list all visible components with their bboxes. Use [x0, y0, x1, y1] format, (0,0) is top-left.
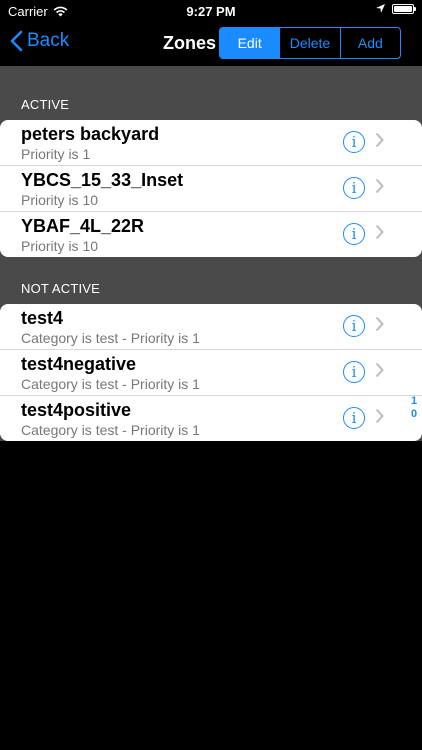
- page-title: Zones: [163, 33, 217, 53]
- zone-name: test4negative: [21, 354, 137, 374]
- info-icon[interactable]: i: [343, 131, 365, 153]
- zone-name: test4positive: [21, 400, 132, 420]
- section-header-label: NOT ACTIVE: [21, 281, 101, 296]
- chevron-right-icon[interactable]: [375, 178, 384, 194]
- zone-name: YBAF_4L_22R: [21, 216, 145, 236]
- zone-name: test4: [21, 308, 64, 328]
- info-icon[interactable]: i: [343, 407, 365, 429]
- delete-segment[interactable]: Delete: [279, 28, 339, 58]
- section-active: ACTIVE peters backyard Priority is 1 i Y…: [0, 66, 422, 267]
- edit-segment[interactable]: Edit: [220, 28, 280, 58]
- zone-detail: Priority is 1: [21, 146, 91, 162]
- chevron-right-icon[interactable]: [375, 362, 384, 378]
- list-item[interactable]: test4 Category is test - Priority is 1 i: [0, 304, 422, 349]
- list-item[interactable]: YBAF_4L_22R Priority is 10 i: [0, 211, 422, 257]
- chevron-right-icon[interactable]: [375, 316, 384, 332]
- back-button[interactable]: Back: [10, 30, 69, 52]
- chevron-right-icon[interactable]: [375, 408, 384, 424]
- zone-detail: Category is test - Priority is 1: [21, 422, 200, 438]
- segmented-control: Edit Delete Add: [219, 27, 401, 59]
- location-arrow-icon: [376, 4, 385, 13]
- chevron-right-icon[interactable]: [375, 224, 384, 240]
- list-item[interactable]: test4negative Category is test - Priorit…: [0, 349, 422, 395]
- info-icon[interactable]: i: [343, 315, 365, 337]
- zone-detail: Priority is 10: [21, 238, 99, 254]
- zone-list: test4 Category is test - Priority is 1 i…: [0, 304, 422, 441]
- section-not-active: NOT ACTIVE test4 Category is test - Prio…: [0, 266, 422, 441]
- list-item[interactable]: YBCS_15_33_Inset Priority is 10 i: [0, 165, 422, 211]
- index-entry[interactable]: 1: [408, 395, 420, 408]
- navigation-bar: Back Zones Edit Delete Add: [0, 22, 422, 66]
- section-header: NOT ACTIVE: [0, 266, 422, 304]
- section-header-label: ACTIVE: [21, 97, 70, 112]
- zone-detail: Category is test - Priority is 1: [21, 330, 200, 346]
- list-item[interactable]: test4positive Category is test - Priorit…: [0, 395, 422, 441]
- info-icon[interactable]: i: [343, 177, 365, 199]
- zone-name: YBCS_15_33_Inset: [21, 170, 184, 190]
- index-entry[interactable]: 0: [408, 408, 420, 421]
- chevron-right-icon[interactable]: [375, 132, 384, 148]
- status-bar: Carrier 9:27 PM: [0, 0, 422, 22]
- info-icon[interactable]: i: [343, 223, 365, 245]
- battery-icon: [392, 3, 416, 14]
- zone-detail: Category is test - Priority is 1: [21, 376, 200, 392]
- clock: 9:27 PM: [186, 4, 236, 19]
- section-header: ACTIVE: [0, 66, 422, 120]
- zone-name: peters backyard: [21, 124, 160, 144]
- zone-detail: Priority is 10: [21, 192, 99, 208]
- back-label: Back: [27, 30, 70, 51]
- section-index[interactable]: 1 0: [408, 395, 420, 421]
- status-right: [375, 3, 416, 14]
- list-item[interactable]: peters backyard Priority is 1 i: [0, 120, 422, 165]
- add-segment[interactable]: Add: [339, 28, 400, 58]
- chevron-left-icon: [10, 30, 23, 52]
- info-icon[interactable]: i: [343, 361, 365, 383]
- zone-list: peters backyard Priority is 1 i YBCS_15_…: [0, 120, 422, 257]
